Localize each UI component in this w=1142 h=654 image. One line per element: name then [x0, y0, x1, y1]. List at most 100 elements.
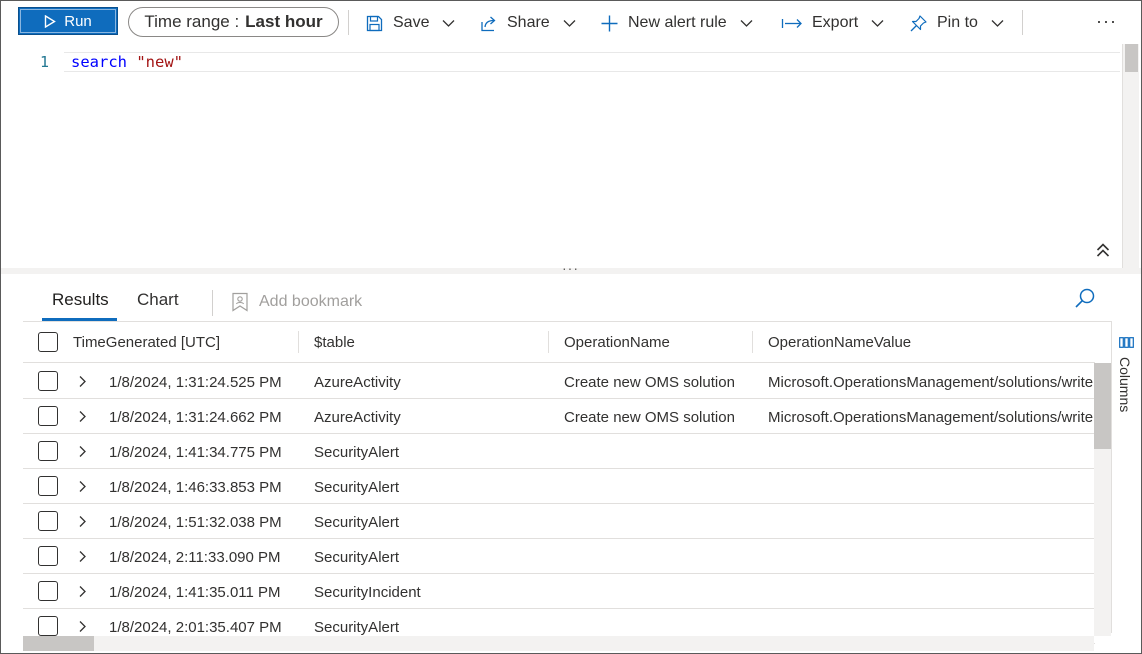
- editor-scrollbar-thumb[interactable]: [1125, 44, 1138, 72]
- row-checkbox[interactable]: [38, 476, 58, 496]
- save-label: Save: [393, 14, 430, 31]
- chevron-down-icon: [740, 19, 753, 27]
- tab-results[interactable]: Results: [52, 290, 109, 310]
- time-range-picker[interactable]: Time range : Last hour: [128, 7, 339, 37]
- query-keyword: search: [71, 53, 127, 71]
- line-number: 1: [40, 53, 50, 71]
- chevron-down-icon: [871, 19, 884, 27]
- column-divider[interactable]: [548, 331, 549, 353]
- column-divider[interactable]: [298, 331, 299, 353]
- results-grid: TimeGenerated [UTC] $table OperationName…: [23, 321, 1111, 651]
- cell-table: SecurityAlert: [314, 479, 400, 496]
- cell-table: SecurityAlert: [314, 444, 400, 461]
- table-row[interactable]: 1/8/2024, 1:41:35.011 PM SecurityIncident: [23, 574, 1095, 609]
- tab-chart[interactable]: Chart: [137, 290, 179, 310]
- chevron-right-icon[interactable]: [78, 550, 87, 563]
- columns-icon: [1119, 337, 1134, 348]
- query-toolbar: Run Time range : Last hour Save Share Ne…: [1, 1, 1141, 44]
- log-analytics-query-window: Run Time range : Last hour Save Share Ne…: [0, 0, 1142, 654]
- chevron-right-icon[interactable]: [78, 585, 87, 598]
- cell-operationnamevalue: Microsoft.OperationsManagement/solutions…: [768, 374, 1094, 391]
- query-string: "new": [136, 53, 184, 71]
- table-row[interactable]: 1/8/2024, 1:31:24.662 PM AzureActivity Cre…: [23, 399, 1095, 434]
- export-label: Export: [812, 14, 859, 31]
- columns-panel-toggle[interactable]: Columns: [1111, 321, 1141, 633]
- cell-timegenerated: 1/8/2024, 1:31:24.662 PM: [109, 409, 282, 426]
- column-header-table[interactable]: $table: [314, 334, 355, 351]
- column-header-operationnamevalue[interactable]: OperationNameValue: [768, 334, 911, 351]
- play-icon: [45, 14, 57, 28]
- chevron-down-icon: [443, 19, 455, 27]
- cell-timegenerated: 1/8/2024, 1:41:34.775 PM: [109, 444, 282, 461]
- cell-table: AzureActivity: [314, 409, 401, 426]
- chevron-right-icon[interactable]: [78, 410, 87, 423]
- query-editor[interactable]: 1 search "new": [1, 44, 1141, 268]
- cell-timegenerated: 1/8/2024, 1:46:33.853 PM: [109, 479, 282, 496]
- chevron-right-icon[interactable]: [78, 445, 87, 458]
- double-chevron-up-icon[interactable]: [1095, 242, 1111, 258]
- new-alert-rule-button[interactable]: New alert rule: [600, 9, 753, 37]
- column-header-timegenerated[interactable]: TimeGenerated [UTC]: [73, 334, 220, 351]
- chevron-down-icon: [991, 19, 1004, 27]
- cell-timegenerated: 1/8/2024, 1:41:35.011 PM: [109, 584, 281, 601]
- row-checkbox[interactable]: [38, 546, 58, 566]
- row-checkbox[interactable]: [38, 371, 58, 391]
- share-button[interactable]: Share: [479, 9, 576, 37]
- share-icon: [481, 16, 496, 31]
- cell-table: SecurityAlert: [314, 514, 400, 531]
- cell-table: SecurityIncident: [314, 584, 421, 601]
- row-checkbox[interactable]: [38, 511, 58, 531]
- more-options-button[interactable]: ···: [1096, 11, 1117, 32]
- grid-horizontal-scrollbar[interactable]: [23, 636, 1094, 651]
- pin-icon: [910, 14, 927, 31]
- row-checkbox[interactable]: [38, 581, 58, 601]
- export-button[interactable]: Export: [781, 9, 884, 37]
- chevron-right-icon[interactable]: [78, 620, 87, 633]
- table-row[interactable]: 1/8/2024, 1:51:32.038 PM SecurityAlert: [23, 504, 1095, 539]
- cell-timegenerated: 1/8/2024, 2:01:35.407 PM: [109, 619, 282, 636]
- bookmark-icon: [232, 292, 248, 312]
- chevron-right-icon[interactable]: [78, 480, 87, 493]
- grid-vertical-scrollbar[interactable]: [1094, 363, 1111, 636]
- column-divider[interactable]: [752, 331, 753, 353]
- query-text[interactable]: search "new": [71, 53, 183, 71]
- cell-operationname: Create new OMS solution: [564, 374, 735, 391]
- column-header-operationname[interactable]: OperationName: [564, 334, 670, 351]
- chevron-right-icon[interactable]: [78, 515, 87, 528]
- add-bookmark-button[interactable]: Add bookmark: [231, 292, 362, 312]
- cell-table: AzureActivity: [314, 374, 401, 391]
- run-button[interactable]: Run: [18, 7, 118, 35]
- save-button[interactable]: Save: [365, 9, 455, 37]
- cell-timegenerated: 1/8/2024, 2:11:33.090 PM: [109, 549, 281, 566]
- pin-to-button[interactable]: Pin to: [909, 9, 1004, 37]
- cell-table: SecurityAlert: [314, 619, 400, 636]
- results-tab-bar: Results Chart Add bookmark: [1, 274, 1141, 321]
- export-icon: [781, 18, 802, 28]
- row-checkbox[interactable]: [38, 406, 58, 426]
- share-label: Share: [507, 14, 550, 31]
- grid-vertical-scrollbar-thumb[interactable]: [1094, 363, 1111, 449]
- table-row[interactable]: 1/8/2024, 1:46:33.853 PM SecurityAlert: [23, 469, 1095, 504]
- run-label: Run: [64, 12, 92, 30]
- toolbar-divider: [348, 10, 349, 35]
- table-row[interactable]: 1/8/2024, 2:11:33.090 PM SecurityAlert: [23, 539, 1095, 574]
- time-range-value: Last hour: [245, 12, 323, 31]
- cell-operationname: Create new OMS solution: [564, 409, 735, 426]
- tab-divider: [212, 290, 213, 316]
- pin-to-label: Pin to: [937, 14, 978, 31]
- table-row[interactable]: 1/8/2024, 1:31:24.525 PM AzureActivity Cre…: [23, 364, 1095, 399]
- row-checkbox[interactable]: [38, 441, 58, 461]
- columns-label: Columns: [1117, 357, 1133, 413]
- table-row[interactable]: 1/8/2024, 1:41:34.775 PM SecurityAlert: [23, 434, 1095, 469]
- select-all-checkbox[interactable]: [38, 332, 58, 352]
- add-bookmark-label: Add bookmark: [259, 293, 363, 310]
- chevron-down-icon: [563, 19, 576, 27]
- row-checkbox[interactable]: [38, 616, 58, 636]
- search-icon[interactable]: [1074, 287, 1096, 309]
- save-icon: [366, 15, 383, 31]
- cell-timegenerated: 1/8/2024, 1:51:32.038 PM: [109, 514, 282, 531]
- editor-vertical-scrollbar[interactable]: [1122, 44, 1139, 268]
- cell-operationnamevalue: Microsoft.OperationsManagement/solutions…: [768, 409, 1094, 426]
- grid-horizontal-scrollbar-thumb[interactable]: [23, 636, 94, 651]
- chevron-right-icon[interactable]: [78, 375, 87, 388]
